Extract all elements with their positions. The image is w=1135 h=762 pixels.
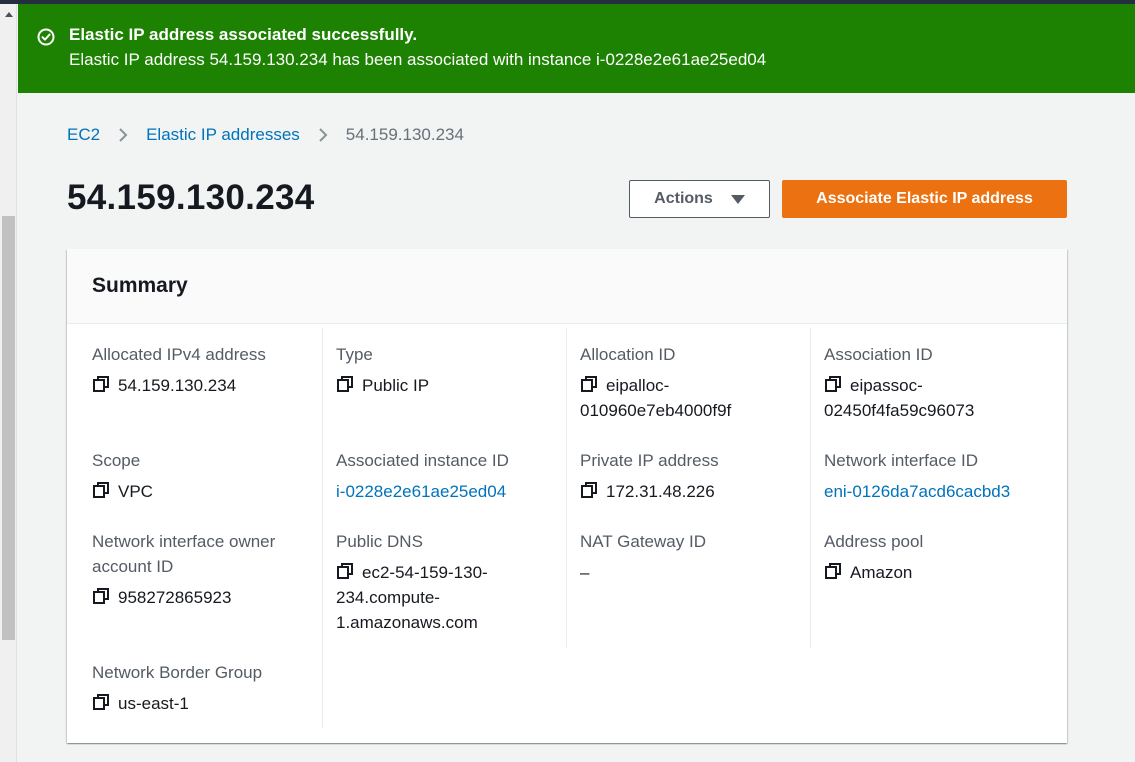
copy-icon[interactable] <box>92 481 110 499</box>
success-flash-banner: Elastic IP address associated successful… <box>18 4 1135 93</box>
scroll-up-arrow-icon[interactable] <box>0 4 17 24</box>
field-label: Associated instance ID <box>336 451 509 470</box>
association-id-value-line1: eipassoc- <box>850 376 923 395</box>
chevron-right-icon <box>112 124 134 146</box>
field-value-row: eipassoc- 02450f4fa59c96073 <box>824 373 1049 423</box>
summary-panel: Summary Allocated IPv4 address 54.159.13… <box>67 249 1067 743</box>
allocation-id-value-line1: eipalloc- <box>606 376 670 395</box>
copy-icon[interactable] <box>92 693 110 711</box>
network-interface-link[interactable]: eni-0126da7acd6cacbd3 <box>824 482 1010 501</box>
field-label: Private IP address <box>580 451 719 470</box>
field-label: Scope <box>92 451 141 470</box>
field-private-ip: Private IP address 172.31.48.226 <box>580 448 805 504</box>
field-association-id: Association ID eipassoc- 02450f4fa59c9607… <box>824 342 1049 423</box>
breadcrumb-current: 54.159.130.234 <box>345 125 464 144</box>
chevron-right-icon <box>312 124 334 146</box>
field-value-row: us-east-1 <box>92 691 317 716</box>
field-value-row: Public IP <box>336 373 561 398</box>
field-allocation-id: Allocation ID eipalloc- 010960e7eb4000f9f <box>580 342 805 423</box>
copy-icon[interactable] <box>580 481 598 499</box>
nat-gateway-value: – <box>580 563 590 582</box>
field-scope: Scope VPC <box>92 448 317 504</box>
flash-message: Elastic IP address 54.159.130.234 has be… <box>69 50 767 69</box>
allocation-id-value-line2: 010960e7eb4000f9f <box>580 401 732 420</box>
associated-instance-link[interactable]: i-0228e2e61ae25ed04 <box>336 482 506 501</box>
field-value-row: eipalloc- 010960e7eb4000f9f <box>580 373 805 423</box>
scroll-thumb[interactable] <box>2 216 15 640</box>
border-group-value: us-east-1 <box>118 694 189 713</box>
ni-owner-value: 958272865923 <box>118 588 232 607</box>
field-value-row: 172.31.48.226 <box>580 479 805 504</box>
breadcrumb-elastic-ip-addresses[interactable]: Elastic IP addresses <box>146 125 300 145</box>
success-check-circle-icon <box>37 28 55 46</box>
summary-header: Summary <box>67 249 1067 324</box>
actions-button-label: Actions <box>654 190 713 207</box>
field-value-row: i-0228e2e61ae25ed04 <box>336 479 561 504</box>
field-value-row: VPC <box>92 479 317 504</box>
breadcrumb-ec2[interactable]: EC2 <box>67 125 100 145</box>
scope-value: VPC <box>118 482 153 501</box>
column-divider <box>322 328 323 728</box>
copy-icon[interactable] <box>824 562 842 580</box>
association-id-value-line2: 02450f4fa59c96073 <box>824 401 975 420</box>
column-divider <box>810 328 811 648</box>
public-dns-value-line1: ec2-54-159-130- <box>362 563 488 582</box>
field-nat-gateway: NAT Gateway ID – <box>580 529 805 585</box>
field-public-dns: Public DNS ec2-54-159-130- 234.compute- 1.… <box>336 529 561 635</box>
ni-owner-label-line2: account ID <box>92 557 174 576</box>
field-label: Type <box>336 345 373 364</box>
flash-title: Elastic IP address associated successful… <box>69 25 418 44</box>
breadcrumb: EC2 Elastic IP addresses 54.159.130.234 <box>67 124 464 146</box>
field-network-interface-id: Network interface ID eni-0126da7acd6cacb… <box>824 448 1049 504</box>
column-divider <box>566 328 567 648</box>
public-dns-value-line3: 1.amazonaws.com <box>336 613 478 632</box>
field-label: Address pool <box>824 532 924 551</box>
associate-button-label: Associate Elastic IP address <box>816 190 1033 207</box>
copy-icon[interactable] <box>824 375 842 393</box>
field-value-row: ec2-54-159-130- 234.compute- 1.amazonaws.c… <box>336 560 561 635</box>
copy-icon[interactable] <box>336 375 354 393</box>
copy-icon[interactable] <box>92 587 110 605</box>
field-label: Allocation ID <box>580 345 676 364</box>
field-associated-instance-id: Associated instance ID i-0228e2e61ae25ed… <box>336 448 561 504</box>
field-ni-owner-account: Network interface owner account ID 958272… <box>92 529 317 610</box>
allocated-ipv4-value: 54.159.130.234 <box>118 376 237 395</box>
page-title: 54.159.130.234 <box>67 178 315 217</box>
copy-icon[interactable] <box>336 562 354 580</box>
field-value-row: Amazon <box>824 560 1049 585</box>
field-allocated-ipv4: Allocated IPv4 address 54.159.130.234 <box>92 342 317 398</box>
field-label: Association ID <box>824 345 933 364</box>
field-type: Type Public IP <box>336 342 561 398</box>
page-scrollbar[interactable] <box>0 4 17 762</box>
field-network-border-group: Network Border Group us-east-1 <box>92 660 317 716</box>
private-ip-value: 172.31.48.226 <box>606 482 715 501</box>
type-value: Public IP <box>362 376 430 395</box>
copy-icon[interactable] <box>580 375 598 393</box>
field-value-row: 54.159.130.234 <box>92 373 317 398</box>
field-label: NAT Gateway ID <box>580 532 706 551</box>
ni-owner-label-line1: Network interface owner <box>92 532 276 551</box>
caret-down-icon <box>730 194 745 204</box>
field-label: Network interface ID <box>824 451 978 470</box>
field-value-row: 958272865923 <box>92 585 317 610</box>
actions-dropdown-button[interactable]: Actions <box>629 180 770 218</box>
summary-title: Summary <box>92 274 188 297</box>
field-label: Public DNS <box>336 532 423 551</box>
copy-icon[interactable] <box>92 375 110 393</box>
address-pool-value: Amazon <box>850 563 913 582</box>
field-label: Network Border Group <box>92 663 263 682</box>
field-value-row: eni-0126da7acd6cacbd3 <box>824 479 1049 504</box>
public-dns-value-line2: 234.compute- <box>336 588 440 607</box>
field-label: Allocated IPv4 address <box>92 345 266 364</box>
field-label: Network interface owner account ID <box>92 529 317 579</box>
associate-elastic-ip-button[interactable]: Associate Elastic IP address <box>782 180 1067 218</box>
field-address-pool: Address pool Amazon <box>824 529 1049 585</box>
